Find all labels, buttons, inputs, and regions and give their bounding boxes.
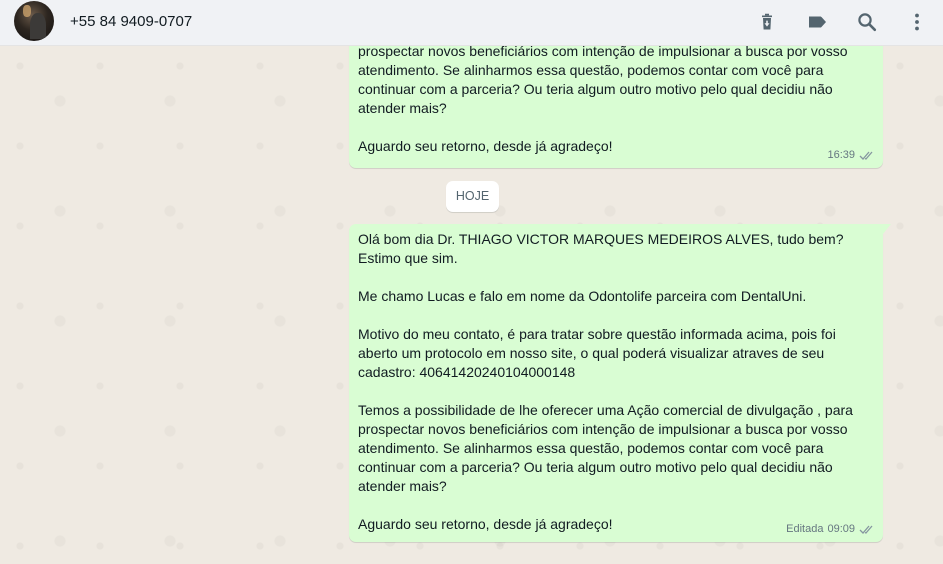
- label-icon[interactable]: [805, 10, 829, 34]
- contact-name[interactable]: +55 84 9409-0707: [70, 13, 192, 30]
- message-bubble[interactable]: prospectar novos beneficiários com inten…: [349, 46, 883, 168]
- message-text: Me chamo Lucas e falo em nome da Odontol…: [358, 288, 807, 304]
- delete-icon[interactable]: [755, 10, 779, 34]
- message-meta: Editada 09:09: [786, 520, 875, 539]
- message-text: prospectar novos beneficiários com inten…: [358, 46, 852, 116]
- chat-header: +55 84 9409-0707: [0, 0, 943, 46]
- edited-label: Editada: [786, 523, 824, 535]
- message-text: Aguardo seu retorno, desde já agradeço!: [358, 138, 613, 154]
- double-check-icon: [859, 524, 875, 535]
- message-time: 16:39: [827, 149, 855, 161]
- message-text: Aguardo seu retorno, desde já agradeço!: [358, 516, 613, 532]
- search-icon[interactable]: [855, 10, 879, 34]
- message-time: 09:09: [827, 523, 855, 535]
- message-text: Temos a possibilidade de lhe oferecer um…: [358, 402, 857, 494]
- menu-icon[interactable]: [905, 10, 929, 34]
- message-bubble[interactable]: Olá bom dia Dr. THIAGO VICTOR MARQUES ME…: [349, 224, 891, 542]
- message-text: Motivo do meu contato, é para tratar sob…: [358, 326, 840, 380]
- contact-avatar[interactable]: [14, 1, 54, 41]
- date-divider: HOJE: [446, 181, 499, 212]
- message-text: Olá bom dia Dr. THIAGO VICTOR MARQUES ME…: [358, 231, 848, 266]
- message-list[interactable]: prospectar novos beneficiários com inten…: [0, 46, 943, 564]
- message-meta: 16:39: [827, 146, 875, 165]
- double-check-icon: [859, 150, 875, 161]
- whatsapp-window: +55 84 9409-0707 prospectar novos benefi…: [0, 0, 943, 564]
